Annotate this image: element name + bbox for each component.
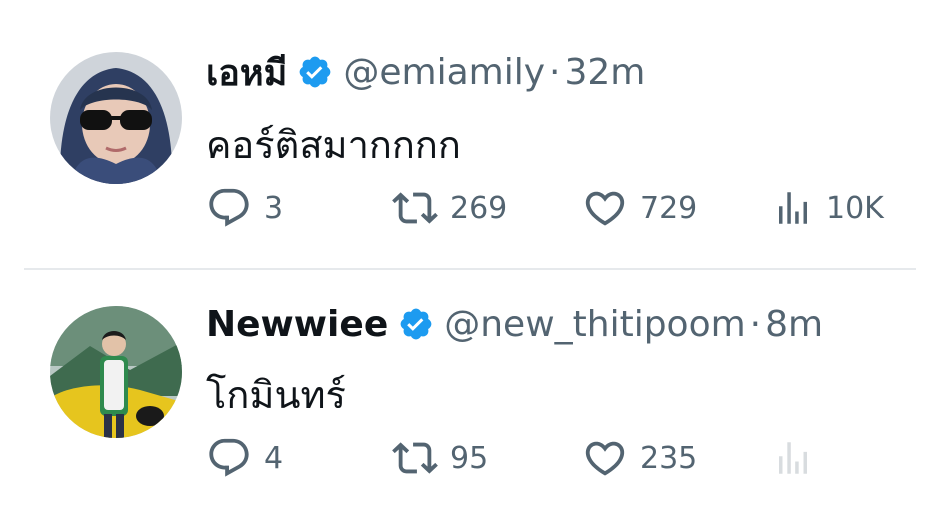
reply-count: 4 bbox=[264, 440, 284, 476]
repost-count: 269 bbox=[450, 190, 508, 226]
reply-count: 3 bbox=[264, 190, 284, 226]
reply-button[interactable]: 4 bbox=[206, 436, 283, 480]
like-button[interactable]: 729 bbox=[582, 186, 697, 230]
repost-count: 95 bbox=[450, 440, 489, 476]
tweet-actions: 3 269 729 10K bbox=[206, 186, 906, 230]
tweet-actions: 4 95 235 bbox=[206, 436, 906, 480]
like-button[interactable]: 235 bbox=[582, 436, 697, 480]
display-name[interactable]: Newwiee bbox=[206, 304, 388, 345]
repost-icon bbox=[392, 192, 438, 224]
avatar-image bbox=[50, 306, 182, 438]
avatar[interactable] bbox=[50, 306, 182, 438]
tweet-text: คอร์ติสมากกกก bbox=[206, 123, 461, 167]
user-handle[interactable]: @emiamily bbox=[343, 52, 545, 93]
tweet-header: เอหมี @emiamily · 32m bbox=[206, 50, 645, 94]
tweet[interactable]: Newwiee @new_thitipoom · 8m โกมินทร์ 4 9… bbox=[0, 270, 940, 528]
tweet[interactable]: เอหมี @emiamily · 32m คอร์ติสมากกกก 3 26… bbox=[0, 0, 940, 268]
repost-button[interactable]: 95 bbox=[392, 436, 488, 480]
views-button[interactable]: 10K bbox=[772, 186, 884, 230]
reply-button[interactable]: 3 bbox=[206, 186, 283, 230]
verified-badge-icon bbox=[297, 54, 333, 90]
reply-icon bbox=[209, 438, 249, 477]
reply-icon bbox=[209, 188, 249, 227]
like-icon bbox=[585, 191, 625, 226]
tweet-feed: เอหมี @emiamily · 32m คอร์ติสมากกกก 3 26… bbox=[0, 0, 940, 528]
verified-badge-icon bbox=[398, 306, 434, 342]
timestamp[interactable]: 32m bbox=[565, 52, 646, 93]
like-count: 729 bbox=[640, 190, 698, 226]
separator-dot: · bbox=[549, 51, 561, 93]
views-icon bbox=[779, 442, 807, 474]
repost-button[interactable]: 269 bbox=[392, 186, 507, 230]
like-icon bbox=[585, 441, 625, 476]
user-handle[interactable]: @new_thitipoom bbox=[444, 304, 745, 345]
display-name[interactable]: เอหมี bbox=[206, 44, 287, 101]
view-count: 10K bbox=[826, 190, 884, 226]
tweet-header: Newwiee @new_thitipoom · 8m bbox=[206, 302, 823, 346]
views-icon bbox=[779, 192, 807, 224]
like-count: 235 bbox=[640, 440, 698, 476]
separator-dot: · bbox=[749, 303, 762, 345]
tweet-text: โกมินทร์ bbox=[206, 373, 346, 417]
views-button[interactable] bbox=[772, 436, 826, 480]
repost-icon bbox=[392, 442, 438, 474]
timestamp[interactable]: 8m bbox=[765, 304, 823, 345]
avatar-image bbox=[50, 52, 182, 184]
avatar[interactable] bbox=[50, 52, 182, 184]
